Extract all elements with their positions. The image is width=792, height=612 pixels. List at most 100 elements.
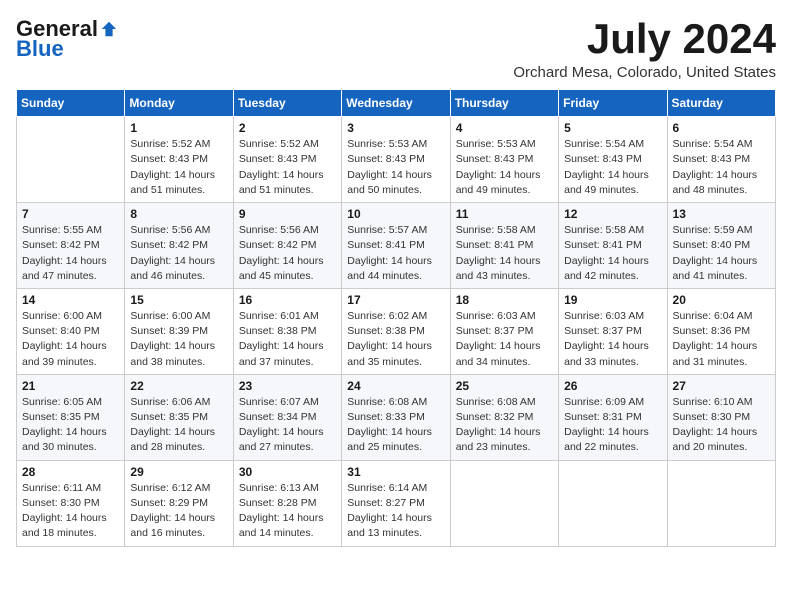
header-friday: Friday <box>559 90 667 117</box>
day-number: 18 <box>456 293 553 307</box>
calendar-cell: 8 Sunrise: 5:56 AM Sunset: 8:42 PM Daylig… <box>125 203 233 289</box>
header-monday: Monday <box>125 90 233 117</box>
calendar-cell: 21 Sunrise: 6:05 AM Sunset: 8:35 PM Dayli… <box>17 374 125 460</box>
calendar-cell: 1Sunrise: 5:52 AM Sunset: 8:43 PM Daylig… <box>125 117 233 203</box>
calendar-cell <box>559 460 667 546</box>
calendar-cell: 15 Sunrise: 6:00 AM Sunset: 8:39 PM Dayli… <box>125 288 233 374</box>
day-info: Sunrise: 5:54 AM Sunset: 8:43 PM Dayligh… <box>673 137 770 198</box>
day-number: 17 <box>347 293 444 307</box>
day-info: Sunrise: 6:14 AM Sunset: 8:27 PM Dayligh… <box>347 481 444 542</box>
day-info: Sunrise: 6:03 AM Sunset: 8:37 PM Dayligh… <box>456 309 553 370</box>
day-number: 19 <box>564 293 661 307</box>
day-number: 30 <box>239 465 336 479</box>
day-number: 31 <box>347 465 444 479</box>
day-number: 7 <box>22 207 119 221</box>
day-number: 21 <box>22 379 119 393</box>
day-number: 16 <box>239 293 336 307</box>
calendar-cell: 16 Sunrise: 6:01 AM Sunset: 8:38 PM Dayli… <box>233 288 341 374</box>
calendar-cell: 23Sunrise: 6:07 AM Sunset: 8:34 PM Dayli… <box>233 374 341 460</box>
day-number: 28 <box>22 465 119 479</box>
day-info: Sunrise: 5:53 AM Sunset: 8:43 PM Dayligh… <box>456 137 553 198</box>
day-number: 10 <box>347 207 444 221</box>
day-info: Sunrise: 5:52 AM Sunset: 8:43 PM Dayligh… <box>239 137 336 198</box>
day-number: 2 <box>239 121 336 135</box>
day-number: 3 <box>347 121 444 135</box>
day-info: Sunrise: 6:06 AM Sunset: 8:35 PM Dayligh… <box>130 395 227 456</box>
day-info: Sunrise: 6:00 AM Sunset: 8:40 PM Dayligh… <box>22 309 119 370</box>
day-info: Sunrise: 6:01 AM Sunset: 8:38 PM Dayligh… <box>239 309 336 370</box>
calendar-cell: 9 Sunrise: 5:56 AM Sunset: 8:42 PM Daylig… <box>233 203 341 289</box>
day-info: Sunrise: 6:08 AM Sunset: 8:32 PM Dayligh… <box>456 395 553 456</box>
day-info: Sunrise: 6:12 AM Sunset: 8:29 PM Dayligh… <box>130 481 227 542</box>
logo-icon <box>100 20 118 38</box>
calendar-cell: 12Sunrise: 5:58 AM Sunset: 8:41 PM Dayli… <box>559 203 667 289</box>
calendar-cell: 27Sunrise: 6:10 AM Sunset: 8:30 PM Dayli… <box>667 374 775 460</box>
calendar-cell: 19 Sunrise: 6:03 AM Sunset: 8:37 PM Dayli… <box>559 288 667 374</box>
day-info: Sunrise: 5:56 AM Sunset: 8:42 PM Dayligh… <box>130 223 227 284</box>
calendar-cell: 2 Sunrise: 5:52 AM Sunset: 8:43 PM Daylig… <box>233 117 341 203</box>
day-info: Sunrise: 5:58 AM Sunset: 8:41 PM Dayligh… <box>564 223 661 284</box>
calendar-cell: 22 Sunrise: 6:06 AM Sunset: 8:35 PM Dayli… <box>125 374 233 460</box>
calendar-cell: 6 Sunrise: 5:54 AM Sunset: 8:43 PM Daylig… <box>667 117 775 203</box>
calendar-cell: 14 Sunrise: 6:00 AM Sunset: 8:40 PM Dayli… <box>17 288 125 374</box>
title-block: July 2024 Orchard Mesa, Colorado, United… <box>513 16 776 81</box>
calendar-cell: 10 Sunrise: 5:57 AM Sunset: 8:41 PM Dayli… <box>342 203 450 289</box>
calendar-cell <box>667 460 775 546</box>
calendar-cell: 24 Sunrise: 6:08 AM Sunset: 8:33 PM Dayli… <box>342 374 450 460</box>
day-info: Sunrise: 6:03 AM Sunset: 8:37 PM Dayligh… <box>564 309 661 370</box>
header-wednesday: Wednesday <box>342 90 450 117</box>
calendar-cell: 5 Sunrise: 5:54 AM Sunset: 8:43 PM Daylig… <box>559 117 667 203</box>
calendar-cell: 31 Sunrise: 6:14 AM Sunset: 8:27 PM Dayli… <box>342 460 450 546</box>
header-tuesday: Tuesday <box>233 90 341 117</box>
day-info: Sunrise: 5:52 AM Sunset: 8:43 PM Dayligh… <box>130 137 227 198</box>
day-number: 5 <box>564 121 661 135</box>
calendar-cell: 26Sunrise: 6:09 AM Sunset: 8:31 PM Dayli… <box>559 374 667 460</box>
day-info: Sunrise: 6:07 AM Sunset: 8:34 PM Dayligh… <box>239 395 336 456</box>
calendar-header-row: SundayMondayTuesdayWednesdayThursdayFrid… <box>17 90 776 117</box>
location-title: Orchard Mesa, Colorado, United States <box>513 64 776 81</box>
calendar-week-row: 28 Sunrise: 6:11 AM Sunset: 8:30 PM Dayli… <box>17 460 776 546</box>
calendar-cell <box>17 117 125 203</box>
day-info: Sunrise: 6:05 AM Sunset: 8:35 PM Dayligh… <box>22 395 119 456</box>
day-info: Sunrise: 5:56 AM Sunset: 8:42 PM Dayligh… <box>239 223 336 284</box>
calendar-week-row: 1Sunrise: 5:52 AM Sunset: 8:43 PM Daylig… <box>17 117 776 203</box>
calendar-cell: 20Sunrise: 6:04 AM Sunset: 8:36 PM Dayli… <box>667 288 775 374</box>
day-info: Sunrise: 6:13 AM Sunset: 8:28 PM Dayligh… <box>239 481 336 542</box>
day-info: Sunrise: 5:53 AM Sunset: 8:43 PM Dayligh… <box>347 137 444 198</box>
calendar-cell: 11Sunrise: 5:58 AM Sunset: 8:41 PM Dayli… <box>450 203 558 289</box>
calendar-cell: 28 Sunrise: 6:11 AM Sunset: 8:30 PM Dayli… <box>17 460 125 546</box>
day-info: Sunrise: 5:57 AM Sunset: 8:41 PM Dayligh… <box>347 223 444 284</box>
calendar-week-row: 7 Sunrise: 5:55 AM Sunset: 8:42 PM Daylig… <box>17 203 776 289</box>
page-header: General Blue July 2024 Orchard Mesa, Col… <box>16 16 776 81</box>
day-number: 4 <box>456 121 553 135</box>
day-info: Sunrise: 6:08 AM Sunset: 8:33 PM Dayligh… <box>347 395 444 456</box>
day-number: 29 <box>130 465 227 479</box>
day-number: 20 <box>673 293 770 307</box>
day-info: Sunrise: 6:02 AM Sunset: 8:38 PM Dayligh… <box>347 309 444 370</box>
day-number: 27 <box>673 379 770 393</box>
day-number: 14 <box>22 293 119 307</box>
calendar-cell <box>450 460 558 546</box>
day-number: 25 <box>456 379 553 393</box>
day-number: 13 <box>673 207 770 221</box>
logo: General Blue <box>16 16 118 62</box>
calendar-cell: 7 Sunrise: 5:55 AM Sunset: 8:42 PM Daylig… <box>17 203 125 289</box>
day-number: 6 <box>673 121 770 135</box>
day-number: 15 <box>130 293 227 307</box>
day-info: Sunrise: 6:00 AM Sunset: 8:39 PM Dayligh… <box>130 309 227 370</box>
month-title: July 2024 <box>513 16 776 62</box>
day-number: 8 <box>130 207 227 221</box>
day-info: Sunrise: 5:59 AM Sunset: 8:40 PM Dayligh… <box>673 223 770 284</box>
calendar-cell: 29 Sunrise: 6:12 AM Sunset: 8:29 PM Dayli… <box>125 460 233 546</box>
day-info: Sunrise: 5:54 AM Sunset: 8:43 PM Dayligh… <box>564 137 661 198</box>
header-sunday: Sunday <box>17 90 125 117</box>
day-number: 26 <box>564 379 661 393</box>
calendar-week-row: 14 Sunrise: 6:00 AM Sunset: 8:40 PM Dayli… <box>17 288 776 374</box>
day-number: 9 <box>239 207 336 221</box>
day-number: 24 <box>347 379 444 393</box>
day-info: Sunrise: 6:11 AM Sunset: 8:30 PM Dayligh… <box>22 481 119 542</box>
calendar-cell: 30 Sunrise: 6:13 AM Sunset: 8:28 PM Dayli… <box>233 460 341 546</box>
day-number: 22 <box>130 379 227 393</box>
logo-blue-text: Blue <box>16 36 64 62</box>
day-info: Sunrise: 5:55 AM Sunset: 8:42 PM Dayligh… <box>22 223 119 284</box>
